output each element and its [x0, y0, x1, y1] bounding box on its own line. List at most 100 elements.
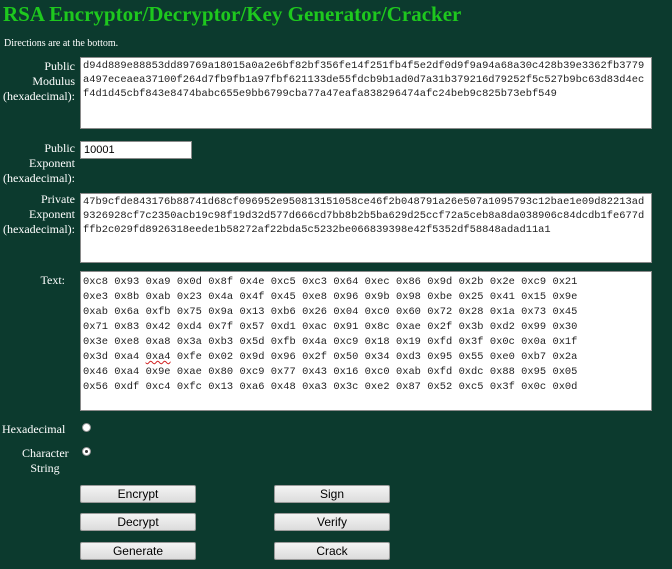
text-byte: 0xac — [302, 321, 328, 333]
text-byte: 0x19 — [395, 336, 421, 348]
text-byte: 0x75 — [176, 306, 202, 318]
text-byte: 0xe2 — [364, 381, 390, 393]
text-byte: 0xa4 — [145, 351, 171, 363]
text-byte: 0x8f — [208, 276, 234, 288]
text-byte: 0xd1 — [270, 321, 296, 333]
text-byte: 0x23 — [176, 291, 202, 303]
text-byte: 0x4a — [302, 336, 328, 348]
sign-button[interactable]: Sign — [274, 485, 390, 503]
text-byte: 0xdf — [114, 381, 140, 393]
text-byte: 0xb3 — [208, 336, 234, 348]
text-byte: 0x93 — [114, 276, 140, 288]
text-byte: 0x26 — [302, 306, 328, 318]
text-byte: 0x80 — [208, 366, 234, 378]
text-byte: 0x25 — [458, 291, 484, 303]
modulus-field[interactable]: d94d889e88853dd89769a18015a0a2e6bf82bf35… — [80, 57, 652, 129]
text-byte: 0xa6 — [239, 381, 265, 393]
text-byte: 0xb7 — [521, 351, 547, 363]
text-byte: 0x2e — [489, 276, 515, 288]
text-byte: 0x34 — [364, 351, 390, 363]
decrypt-button[interactable]: Decrypt — [80, 513, 196, 531]
text-row: 0x3d 0xa4 0xa4 0xfe 0x02 0x9d 0x96 0x2f 0x50 0x34… — [83, 350, 649, 365]
text-byte: 0x52 — [427, 381, 453, 393]
text-byte: 0x91 — [333, 321, 359, 333]
text-byte: 0x4a — [208, 291, 234, 303]
character-string-label: Character String — [22, 446, 69, 475]
text-byte: 0x3a — [176, 336, 202, 348]
text-byte: 0xa4 — [114, 366, 140, 378]
text-row: 0xc8 0x93 0xa9 0x0d 0x8f 0x4e 0xc5 0xc3 0x64 0xec… — [83, 275, 649, 290]
text-byte: 0x13 — [208, 381, 234, 393]
exponent-label: Public Exponent (hexadecimal): — [3, 141, 75, 185]
text-byte: 0xb6 — [270, 306, 296, 318]
text-byte: 0xa3 — [302, 381, 328, 393]
verify-button[interactable]: Verify — [274, 513, 390, 531]
generate-button[interactable]: Generate — [80, 542, 196, 560]
directions-text: Directions are at the bottom. — [4, 38, 119, 49]
text-byte: 0xfd — [427, 336, 453, 348]
text-byte: 0x9b — [364, 291, 390, 303]
text-byte: 0x9e — [145, 366, 171, 378]
text-byte: 0x9d — [427, 276, 453, 288]
text-byte: 0x30 — [552, 321, 578, 333]
text-byte: 0x77 — [270, 366, 296, 378]
text-byte: 0xe0 — [489, 351, 515, 363]
crack-button[interactable]: Crack — [274, 542, 390, 560]
text-byte: 0x05 — [552, 366, 578, 378]
text-byte: 0x3e — [83, 336, 108, 348]
text-area[interactable]: 0xc8 0x93 0xa9 0x0d 0x8f 0x4e 0xc5 0xc3 0x64 0xec… — [80, 271, 652, 411]
text-row: 0xab 0x6a 0xfb 0x75 0x9a 0x13 0xb6 0x26 0x04 0xc0… — [83, 305, 649, 320]
text-byte: 0x02 — [208, 351, 234, 363]
text-byte: 0xec — [364, 276, 390, 288]
text-byte: 0x41 — [489, 291, 515, 303]
modulus-label: Public Modulus (hexadecimal): — [3, 59, 75, 103]
text-byte: 0x96 — [333, 291, 359, 303]
text-byte: 0x0d — [176, 276, 202, 288]
hexadecimal-label: Hexadecimal — [2, 422, 66, 436]
text-byte: 0x3b — [458, 321, 484, 333]
text-byte: 0x8b — [114, 291, 140, 303]
text-byte: 0x0d — [552, 381, 578, 393]
text-byte: 0x87 — [395, 381, 421, 393]
text-byte: 0xd3 — [395, 351, 421, 363]
text-byte: 0xc0 — [364, 306, 390, 318]
text-byte: 0x95 — [427, 351, 453, 363]
text-byte: 0xd2 — [489, 321, 515, 333]
text-byte: 0xe8 — [114, 336, 140, 348]
text-byte: 0x50 — [333, 351, 359, 363]
text-byte: 0xab — [83, 306, 108, 318]
text-byte: 0xa4 — [114, 351, 140, 363]
encrypt-button[interactable]: Encrypt — [80, 485, 196, 503]
page-title: RSA Encryptor/Decryptor/Key Generator/Cr… — [3, 2, 462, 26]
text-byte: 0x60 — [395, 306, 421, 318]
text-byte: 0x2b — [458, 276, 484, 288]
private-label: Private Exponent (hexadecimal): — [3, 192, 75, 236]
text-byte: 0x16 — [333, 366, 359, 378]
text-byte: 0x3c — [333, 381, 359, 393]
text-byte: 0xbe — [427, 291, 453, 303]
text-byte: 0x56 — [83, 381, 108, 393]
text-byte: 0xa9 — [145, 276, 171, 288]
text-byte: 0x15 — [521, 291, 547, 303]
exponent-input[interactable]: 10001 — [80, 141, 192, 159]
character-string-radio[interactable] — [82, 447, 91, 456]
text-byte: 0xe3 — [83, 291, 108, 303]
text-byte: 0x9d — [239, 351, 265, 363]
text-byte: 0xc5 — [270, 276, 296, 288]
text-byte: 0x4f — [239, 291, 265, 303]
hexadecimal-radio[interactable] — [82, 423, 91, 432]
text-byte: 0x4e — [239, 276, 265, 288]
text-byte: 0x2f — [427, 321, 453, 333]
private-exponent-field[interactable]: 47b9cfde843176b88741d68cf096952e95081315… — [80, 193, 652, 263]
text-byte: 0x86 — [395, 276, 421, 288]
text-byte: 0x45 — [270, 291, 296, 303]
text-byte: 0x0c — [489, 336, 515, 348]
text-row: 0x46 0xa4 0x9e 0xae 0x80 0xc9 0x77 0x43 0x16 0xc0… — [83, 365, 649, 380]
text-byte: 0xae — [176, 366, 202, 378]
text-byte: 0x6a — [114, 306, 140, 318]
text-byte: 0x57 — [239, 321, 265, 333]
text-byte: 0xfc — [176, 381, 202, 393]
text-byte: 0x5d — [239, 336, 265, 348]
text-byte: 0x0a — [521, 336, 547, 348]
text-byte: 0xa8 — [145, 336, 171, 348]
